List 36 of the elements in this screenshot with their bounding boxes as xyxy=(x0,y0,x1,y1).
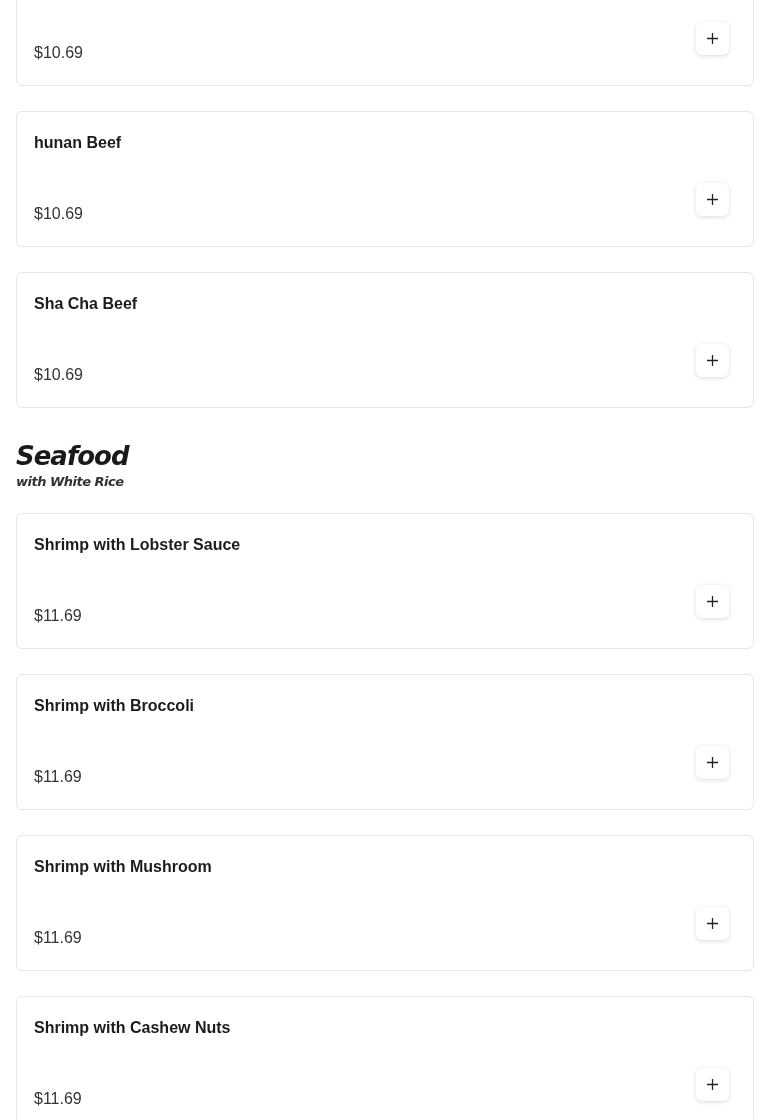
item-price: $11.69 xyxy=(34,1089,82,1109)
menu-item-card[interactable]: Shrimp with Lobster Sauce $11.69 xyxy=(16,513,754,649)
plus-icon xyxy=(707,33,718,44)
menu-item-card[interactable]: hunan Beef $10.69 xyxy=(16,111,754,247)
plus-icon xyxy=(707,757,718,768)
plus-icon xyxy=(707,918,718,929)
add-button[interactable] xyxy=(696,585,729,618)
item-price: $10.69 xyxy=(34,43,83,63)
add-button[interactable] xyxy=(696,183,729,216)
plus-icon xyxy=(707,1079,718,1090)
menu-item-card[interactable]: $10.69 xyxy=(16,0,754,86)
add-button[interactable] xyxy=(696,1068,729,1101)
item-name: Sha Cha Beef xyxy=(34,294,138,314)
section-title: Seafood xyxy=(16,440,129,472)
item-name: Shrimp with Cashew Nuts xyxy=(34,1018,231,1038)
add-button[interactable] xyxy=(696,746,729,779)
add-button[interactable] xyxy=(696,907,729,940)
menu-item-card[interactable]: Shrimp with Cashew Nuts $11.69 xyxy=(16,996,754,1119)
item-name: hunan Beef xyxy=(34,133,122,153)
item-price: $11.69 xyxy=(34,606,82,626)
plus-icon xyxy=(707,596,718,607)
item-price: $11.69 xyxy=(34,928,82,948)
item-price: $10.69 xyxy=(34,204,83,224)
plus-icon xyxy=(707,194,718,205)
menu-item-card[interactable]: Sha Cha Beef $10.69 xyxy=(16,272,754,408)
item-name: Shrimp with Lobster Sauce xyxy=(34,535,241,555)
item-name: Shrimp with Broccoli xyxy=(34,696,194,716)
plus-icon xyxy=(707,355,718,366)
section-subtitle: with White Rice xyxy=(16,474,124,489)
item-price: $11.69 xyxy=(34,767,82,787)
add-button[interactable] xyxy=(696,344,729,377)
menu-item-card[interactable]: Shrimp with Broccoli $11.69 xyxy=(16,674,754,810)
item-price: $10.69 xyxy=(34,365,83,385)
menu-item-card[interactable]: Shrimp with Mushroom $11.69 xyxy=(16,835,754,971)
add-button[interactable] xyxy=(696,22,729,55)
item-name: Shrimp with Mushroom xyxy=(34,857,212,877)
